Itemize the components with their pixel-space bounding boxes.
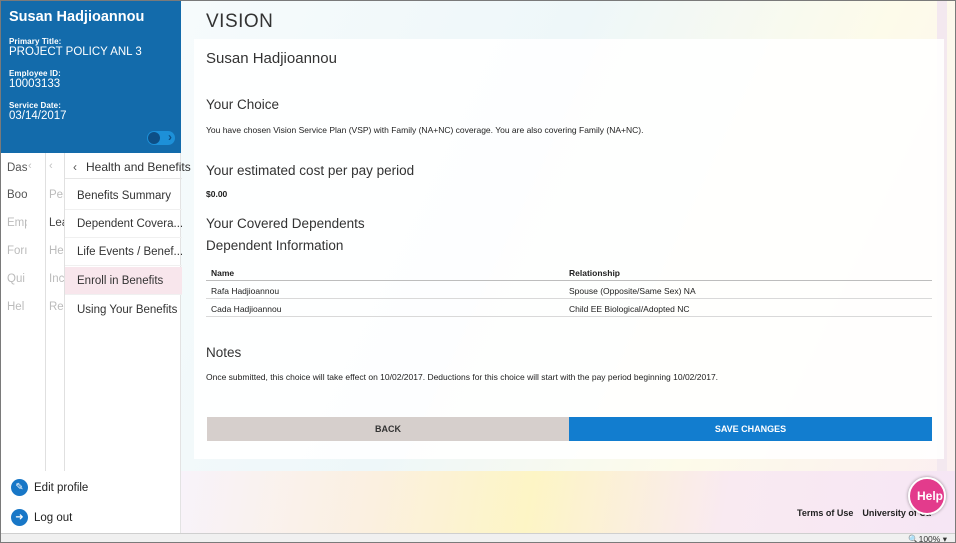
- profile-name: Susan Hadjioannou: [9, 9, 145, 25]
- page-title: VISION: [206, 11, 274, 32]
- nav-back-health-benefits[interactable]: ‹ Health and Benefits: [65, 153, 191, 179]
- chevron-down-icon: ▾: [942, 534, 947, 543]
- cost-value: $0.00: [206, 189, 228, 199]
- employee-id-value: 10003133: [9, 78, 61, 90]
- dependent-relationship: Child EE Biological/Adopted NC: [569, 304, 690, 314]
- chevron-left-icon[interactable]: ‹: [49, 160, 53, 172]
- profile-panel: Susan Hadjioannou Primary Title: PROJECT…: [1, 1, 181, 153]
- dependents-table: Name Relationship Rafa Hadjioannou Spous…: [206, 263, 932, 317]
- your-choice-heading: Your Choice: [206, 97, 280, 112]
- zoom-control[interactable]: 🔍100% ▾: [908, 534, 947, 543]
- log-out-link[interactable]: ➜ Log out: [11, 509, 72, 526]
- cost-heading: Your estimated cost per pay period: [206, 163, 415, 178]
- save-changes-button[interactable]: SAVE CHANGES: [569, 417, 932, 441]
- nav-header-label: Health and Benefits: [86, 160, 191, 174]
- nav-item-income[interactable]: Inco: [49, 273, 65, 285]
- app-window: Susan Hadjioannou Primary Title: PROJECT…: [0, 0, 956, 543]
- log-out-label: Log out: [34, 511, 73, 524]
- nav-item-leave[interactable]: Lea: [49, 217, 65, 229]
- table-row: Cada Hadjioannou Child EE Biological/Ado…: [206, 299, 932, 317]
- footer-band: [181, 471, 955, 533]
- primary-title-value: PROJECT POLICY ANL 3: [9, 46, 142, 58]
- nav-item-personal[interactable]: Per: [49, 189, 65, 201]
- nav-column-health-benefits: ‹ Health and Benefits Benefits Summary De…: [64, 153, 191, 471]
- nav-item-life-events[interactable]: Life Events / Benef...: [65, 238, 182, 266]
- zoom-level: 100%: [918, 534, 941, 543]
- employee-id-label: Employee ID:: [9, 69, 61, 78]
- dependent-name: Cada Hadjioannou: [211, 304, 282, 314]
- sidebar-toggle[interactable]: ›: [147, 130, 175, 145]
- nav-column-sub: ‹ Per Lea Hea Inco Ret: [45, 153, 65, 471]
- employee-name-heading: Susan Hadjioannou: [206, 50, 337, 67]
- dependent-relationship: Spouse (Opposite/Same Sex) NA: [569, 286, 696, 296]
- column-header-relationship: Relationship: [569, 268, 621, 278]
- nav-item-forms[interactable]: Forı: [7, 245, 27, 257]
- nav-item-book[interactable]: Boo: [7, 189, 27, 201]
- nav-item-quick[interactable]: Qui: [7, 273, 27, 285]
- table-header-row: Name Relationship: [206, 263, 932, 281]
- zoom-icon: 🔍: [908, 534, 919, 543]
- nav-item-benefits-summary[interactable]: Benefits Summary: [65, 182, 182, 210]
- primary-title-label: Primary Title:: [9, 37, 62, 46]
- nav-item-retirement[interactable]: Ret: [49, 301, 65, 313]
- notes-heading: Notes: [206, 345, 242, 360]
- sidebar-footer: ✎ Edit profile ➜ Log out: [1, 471, 181, 533]
- navigation-menu: Das ‹ Boo Emp Forı Qui Hel ‹ Per Lea Hea…: [1, 153, 191, 471]
- edit-profile-link[interactable]: ✎ Edit profile: [11, 479, 88, 496]
- status-bar: 🔍100% ▾: [1, 533, 955, 543]
- your-choice-text: You have chosen Vision Service Plan (VSP…: [206, 125, 644, 135]
- pencil-icon: ✎: [11, 479, 28, 496]
- notes-text: Once submitted, this choice will take ef…: [206, 372, 719, 382]
- nav-item-enroll-in-benefits[interactable]: Enroll in Benefits: [65, 267, 182, 295]
- service-date-label: Service Date:: [9, 101, 61, 110]
- dependent-name: Rafa Hadjioannou: [211, 286, 280, 296]
- covered-dependents-heading: Your Covered Dependents: [206, 216, 365, 231]
- nav-item-employment[interactable]: Emp: [7, 217, 27, 229]
- edit-profile-label: Edit profile: [34, 481, 89, 494]
- table-row: Rafa Hadjioannou Spouse (Opposite/Same S…: [206, 281, 932, 299]
- help-button[interactable]: Help: [908, 477, 946, 515]
- service-date-value: 03/14/2017: [9, 110, 67, 122]
- nav-item-health[interactable]: Hea: [49, 245, 65, 257]
- toggle-knob: [148, 132, 160, 144]
- nav-item-using-your-benefits[interactable]: Using Your Benefits: [65, 296, 182, 324]
- terms-of-use-link[interactable]: Terms of Use: [797, 508, 853, 518]
- chevron-left-icon[interactable]: ‹: [28, 160, 32, 172]
- nav-item-help[interactable]: Hel: [7, 301, 27, 313]
- logout-icon: ➜: [11, 509, 28, 526]
- column-header-name: Name: [211, 268, 235, 278]
- nav-item-dashboard[interactable]: Das: [7, 162, 27, 174]
- nav-item-dependent-coverage[interactable]: Dependent Covera...: [65, 210, 182, 238]
- back-button[interactable]: BACK: [207, 417, 569, 441]
- nav-column-main: Das ‹ Boo Emp Forı Qui Hel: [1, 153, 45, 471]
- dependent-information-heading: Dependent Information: [206, 238, 344, 253]
- chevron-right-icon: ›: [168, 130, 172, 144]
- chevron-left-icon: ‹: [73, 160, 77, 174]
